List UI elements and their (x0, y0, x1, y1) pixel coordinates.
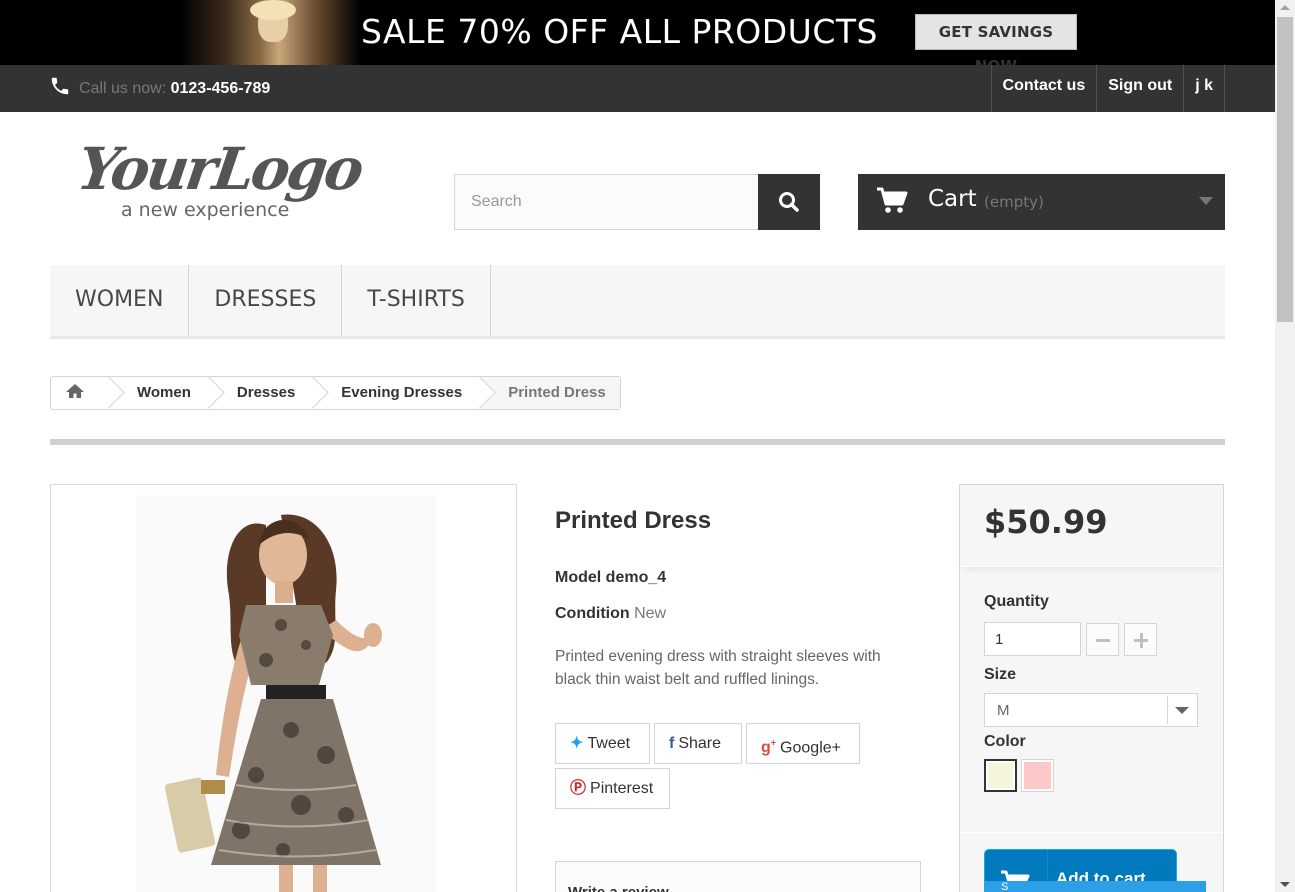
size-label: Size (984, 666, 1017, 683)
top-nav: Call us now: 0123-456-789 Contact us Sig… (0, 65, 1275, 112)
search-bar (454, 174, 820, 230)
site-logo[interactable]: YourLogo a new experience (73, 135, 378, 230)
size-value: M (997, 702, 1010, 719)
phone-number: 0123-456-789 (170, 80, 271, 97)
banner-headline: SALE 70% OFF ALL PRODUCTS (361, 12, 878, 51)
cart-status: (empty) (984, 193, 1044, 211)
color-swatch-beige[interactable] (984, 759, 1017, 792)
share-label: Share (678, 735, 722, 752)
scroll-down-arrow-icon[interactable] (1280, 882, 1290, 887)
quantity-input[interactable] (984, 622, 1081, 656)
page-scrollbar[interactable] (1275, 0, 1295, 892)
scroll-up-arrow-icon[interactable] (1280, 5, 1290, 10)
contact-us-link[interactable]: Contact us (990, 65, 1097, 112)
dress-photo (136, 495, 436, 892)
sign-out-link[interactable]: Sign out (1096, 65, 1183, 112)
model-value: demo_4 (605, 569, 667, 586)
facebook-icon: f (669, 735, 675, 752)
quantity-label: Quantity (984, 593, 1049, 610)
section-divider (50, 439, 1225, 445)
product-title: Printed Dress (555, 507, 712, 534)
call-us-label: Call us now: (79, 80, 167, 97)
logo-script: YourLogo (73, 135, 366, 203)
home-icon (66, 384, 84, 398)
buy-box: $50.99 Quantity Size M Color Add to cart (959, 484, 1224, 892)
google-plus-label: Google+ (780, 739, 841, 757)
quantity-decrease-button[interactable] (1086, 623, 1119, 656)
breadcrumb-current: Printed Dress (480, 377, 620, 409)
minus-icon (1096, 639, 1110, 642)
search-icon (779, 192, 799, 212)
logo-tagline: a new experience (121, 199, 290, 221)
breadcrumb-home[interactable] (51, 377, 109, 409)
promo-banner[interactable]: SALE 70% OFF ALL PRODUCTS GET SAVINGS NO… (0, 0, 1275, 65)
pinterest-button[interactable]: Ⓟ Pinterest (555, 768, 670, 809)
google-plus-icon: g+ (761, 738, 777, 757)
cart-icon (877, 187, 908, 213)
menu-item-women[interactable]: WOMEN (50, 265, 190, 336)
product-image[interactable] (50, 484, 517, 892)
product-condition: Condition New (555, 605, 666, 623)
google-plus-button[interactable]: g+ Google+ (746, 723, 860, 764)
twitter-icon: ✦ (570, 735, 584, 752)
breadcrumb-label: Dresses (236, 384, 296, 401)
account-name-link[interactable]: j k (1183, 65, 1225, 112)
breadcrumb-label: Evening Dresses (341, 384, 463, 401)
size-select[interactable]: M (984, 693, 1198, 727)
breadcrumb-label: Printed Dress (508, 384, 606, 401)
call-us-text: Call us now: 0123-456-789 (79, 80, 270, 98)
chevron-down-icon (1167, 696, 1195, 724)
product-model: Model demo_4 (555, 569, 666, 587)
color-label: Color (984, 733, 1026, 750)
swatch-color (1024, 762, 1051, 789)
cart-button[interactable]: Cart (empty) (858, 174, 1225, 230)
cart-label: Cart (928, 186, 977, 212)
share-button[interactable]: f Share (654, 723, 742, 764)
menu-item-tshirts[interactable]: T-SHIRTS (342, 265, 491, 336)
color-swatch-pink[interactable] (1021, 759, 1054, 792)
model-label: Model (555, 569, 602, 586)
price-area: $50.99 (960, 485, 1223, 567)
chevron-down-icon (1199, 197, 1213, 205)
breadcrumb-dresses[interactable]: Dresses (209, 377, 313, 409)
pinterest-icon: Ⓟ (570, 780, 587, 797)
breadcrumb: Women Dresses Evening Dresses Printed Dr… (50, 376, 621, 410)
product-price: $50.99 (984, 503, 1108, 541)
tweet-label: Tweet (587, 735, 631, 752)
pinterest-label: Pinterest (590, 780, 654, 797)
tweet-button[interactable]: ✦ Tweet (555, 723, 650, 764)
account-links: Contact us Sign out j k (990, 65, 1225, 112)
swatch-color (988, 763, 1013, 788)
get-savings-button[interactable]: GET SAVINGS NOW (915, 14, 1077, 65)
write-review-label: Write a review (568, 884, 669, 892)
breadcrumb-label: Women (137, 384, 191, 401)
condition-label: Condition (555, 605, 630, 622)
menu-item-dresses[interactable]: DRESSES (189, 265, 343, 336)
product-description: Printed evening dress with straight slee… (555, 648, 881, 688)
search-input[interactable] (454, 174, 759, 230)
scrollbar-thumb[interactable] (1277, 17, 1293, 322)
quantity-increase-button[interactable] (1124, 623, 1157, 656)
search-button[interactable] (758, 174, 820, 230)
main-menu: WOMEN DRESSES T-SHIRTS (50, 265, 1225, 339)
condition-value: New (634, 605, 667, 622)
write-review-box[interactable]: Write a review (555, 861, 921, 892)
tooltip-bar: S (985, 881, 1206, 892)
banner-model-image (180, 0, 360, 65)
breadcrumb-evening-dresses[interactable]: Evening Dresses (313, 377, 480, 409)
phone-icon (51, 77, 69, 95)
